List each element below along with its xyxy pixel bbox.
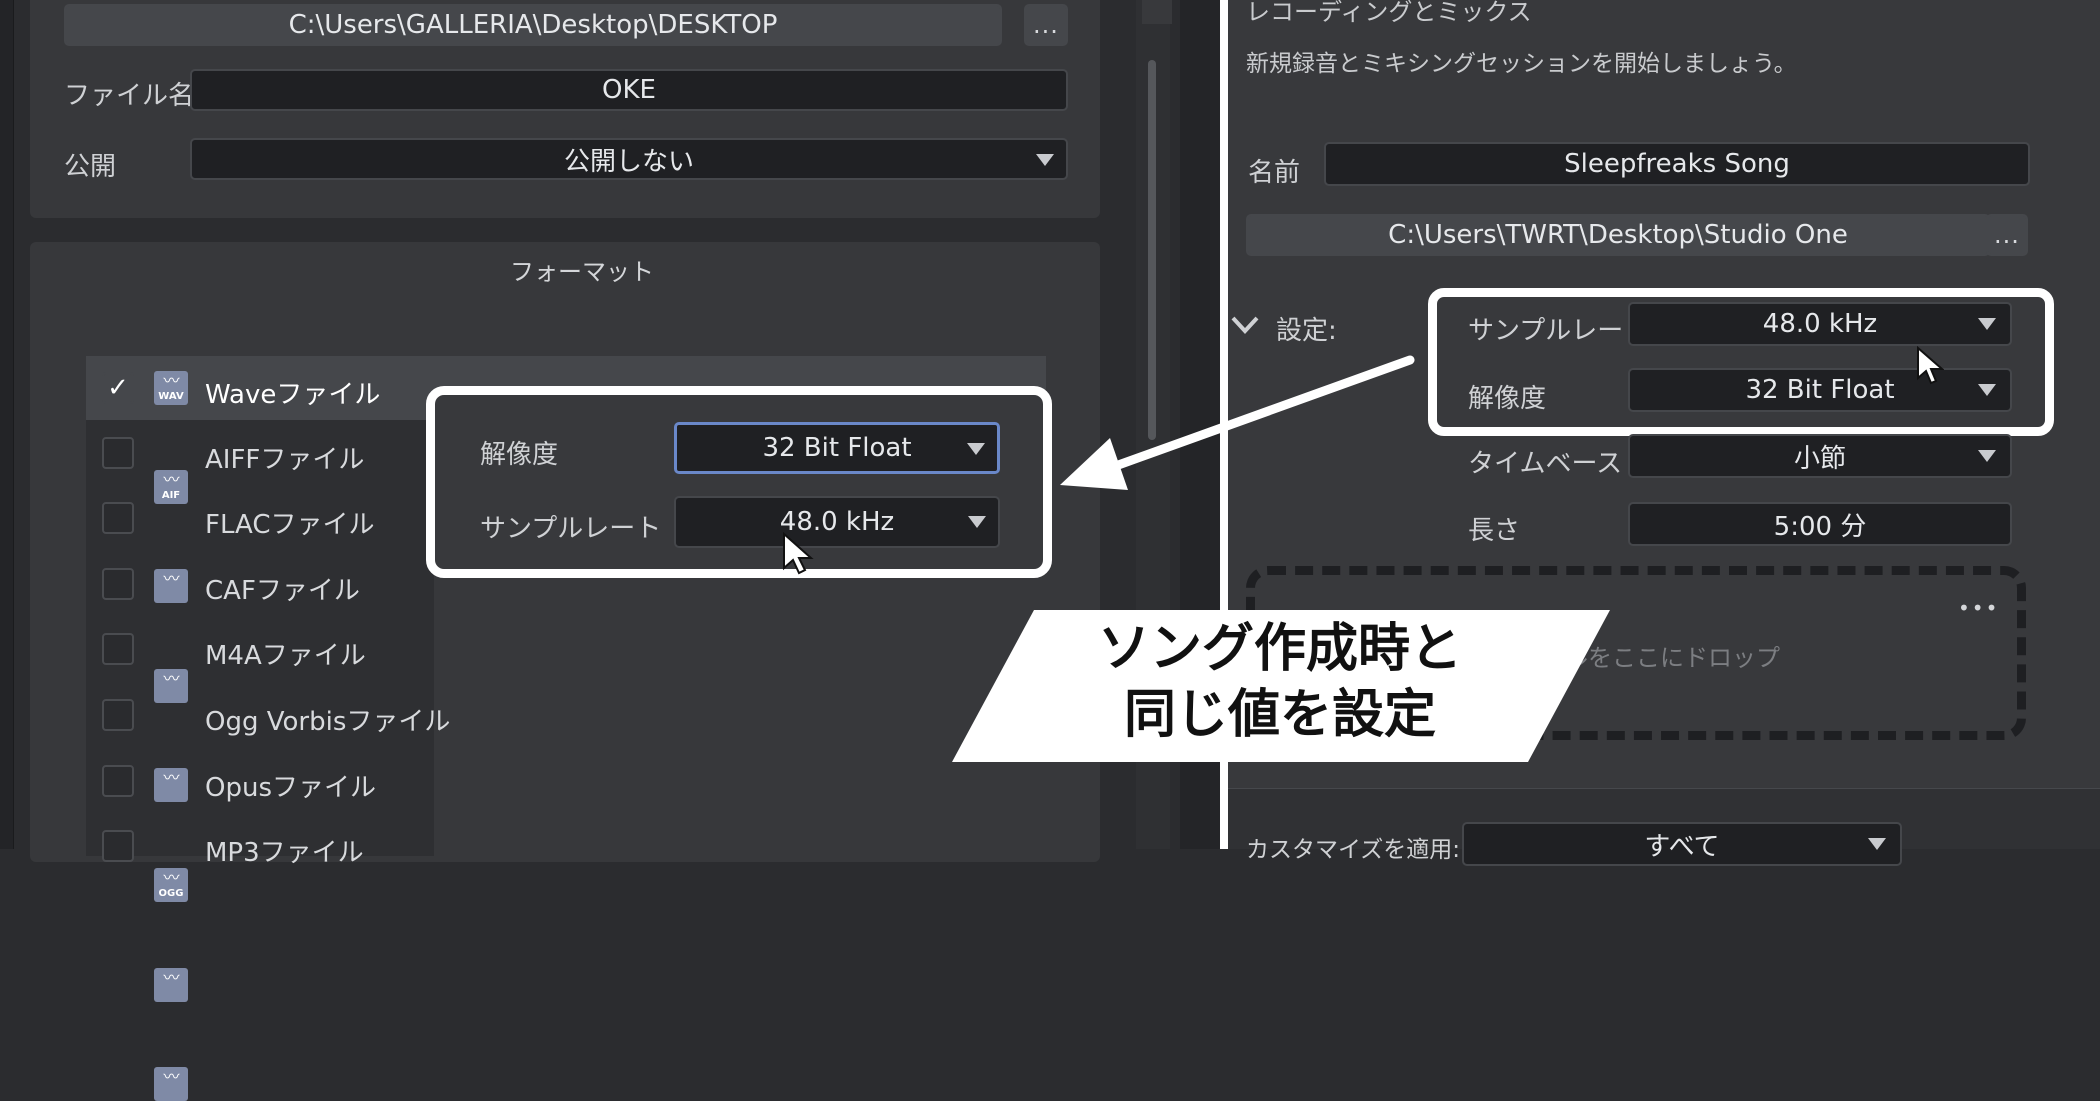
customize-value: すべて xyxy=(1644,831,1720,862)
timebase-value: 小節 xyxy=(1793,443,1846,474)
format-label-aiff[interactable]: AIFFファイル xyxy=(205,439,364,476)
format-checkbox-mp3[interactable] xyxy=(102,830,134,862)
right-panel-title: レコーディングとミックス xyxy=(1246,0,1532,26)
length-input[interactable]: 5:00 分 xyxy=(1628,502,2012,546)
format-checkbox-aiff[interactable] xyxy=(102,437,134,469)
m4a-file-icon: 〰 xyxy=(154,768,188,802)
settings-label: 設定: xyxy=(1276,316,1337,346)
left-scrollbar-cap xyxy=(1142,0,1172,24)
name-label: 名前 xyxy=(1248,158,1301,188)
format-label-m4a[interactable]: M4Aファイル xyxy=(205,635,366,672)
chevron-down-icon xyxy=(1036,154,1054,166)
song-samplerate-value: 48.0 kHz xyxy=(1762,309,1878,339)
song-browse-button[interactable]: ... xyxy=(1986,214,2028,256)
mp3-file-icon: 〰 xyxy=(154,1067,188,1101)
customize-label: カスタマイズを適用: xyxy=(1246,837,1461,863)
chevron-down-icon xyxy=(967,443,985,455)
format-checkbox-opus[interactable] xyxy=(102,765,134,797)
caption-line-1: ソング作成時と xyxy=(1097,619,1462,679)
callout-arrow xyxy=(1060,355,1415,490)
caf-file-icon: 〰 xyxy=(154,669,188,703)
mouse-cursor-icon xyxy=(1917,346,1944,385)
flac-file-icon: 〰 xyxy=(154,569,188,603)
format-label-mp3[interactable]: MP3ファイル xyxy=(205,832,364,869)
caption-banner-text: ソング作成時と 同じ値を設定 xyxy=(1030,616,1530,748)
publish-select[interactable]: 公開しない xyxy=(190,138,1068,180)
format-label-ogg[interactable]: Ogg Vorbisファイル xyxy=(205,701,450,738)
format-heading: フォーマット xyxy=(510,258,654,286)
song-resolution-select[interactable]: 32 Bit Float xyxy=(1628,368,2012,412)
format-checkbox-m4a[interactable] xyxy=(102,633,134,665)
format-checkbox-caf[interactable] xyxy=(102,568,134,600)
song-resolution-value: 32 Bit Float xyxy=(1745,375,1895,405)
path-field[interactable]: C:\Users\GALLERIA\Desktop\DESKTOP xyxy=(64,4,1002,46)
song-path-field[interactable]: C:\Users\TWRT\Desktop\Studio One xyxy=(1246,214,1990,256)
song-resolution-label: 解像度 xyxy=(1468,384,1547,414)
chevron-down-icon[interactable] xyxy=(1230,314,1260,336)
opus-file-icon: 〰 xyxy=(154,968,188,1002)
chevron-down-icon xyxy=(1868,838,1886,850)
customize-select[interactable]: すべて xyxy=(1462,822,1902,866)
callout-resolution-select[interactable]: 32 Bit Float xyxy=(674,422,1000,474)
format-checkbox-flac[interactable] xyxy=(102,502,134,534)
right-panel-description: 新規録音とミキシングセッションを開始しましょう。 xyxy=(1246,51,1797,77)
callout-samplerate-select[interactable]: 48.0 kHz xyxy=(674,496,1000,548)
filename-label: ファイル名 xyxy=(64,81,195,111)
format-label-flac[interactable]: FLACファイル xyxy=(205,504,375,541)
timebase-label: タイムベース xyxy=(1468,449,1623,479)
format-label-wave[interactable]: Waveファイル xyxy=(205,374,380,411)
format-checkbox-wave[interactable]: ✓ xyxy=(102,372,134,404)
song-samplerate-select[interactable]: 48.0 kHz xyxy=(1628,302,2012,346)
left-edge-strip xyxy=(0,0,14,849)
timebase-select[interactable]: 小節 xyxy=(1628,434,2012,478)
format-checkbox-ogg[interactable] xyxy=(102,699,134,731)
caption-line-2: 同じ値を設定 xyxy=(1123,685,1436,745)
callout-resolution-value: 32 Bit Float xyxy=(762,433,912,463)
browse-button[interactable]: ... xyxy=(1024,4,1068,46)
chevron-down-icon xyxy=(968,516,986,528)
format-label-opus[interactable]: Opusファイル xyxy=(205,767,376,804)
publish-label: 公開 xyxy=(64,152,117,182)
length-label: 長さ xyxy=(1468,516,1521,546)
aiff-file-icon: 〰 AIF xyxy=(154,470,188,504)
mouse-cursor-icon xyxy=(783,532,814,575)
name-input[interactable]: Sleepfreaks Song xyxy=(1324,142,2030,186)
format-settings-callout xyxy=(426,386,1052,578)
chevron-down-icon xyxy=(1978,384,1996,396)
format-label-caf[interactable]: CAFファイル xyxy=(205,570,360,607)
publish-select-value: 公開しない xyxy=(563,146,694,177)
dropzone-menu-icon[interactable]: ••• xyxy=(1958,596,1999,620)
ogg-file-icon: 〰 OGG xyxy=(154,868,188,902)
song-samplerate-label: サンプルレート xyxy=(1468,316,1650,346)
chevron-down-icon xyxy=(1978,318,1996,330)
wave-file-icon: 〰 WAV xyxy=(154,371,188,405)
callout-samplerate-label: サンプルレート xyxy=(480,514,662,544)
filename-input[interactable]: OKE xyxy=(190,69,1068,111)
callout-resolution-label: 解像度 xyxy=(480,440,559,470)
chevron-down-icon xyxy=(1978,450,1996,462)
